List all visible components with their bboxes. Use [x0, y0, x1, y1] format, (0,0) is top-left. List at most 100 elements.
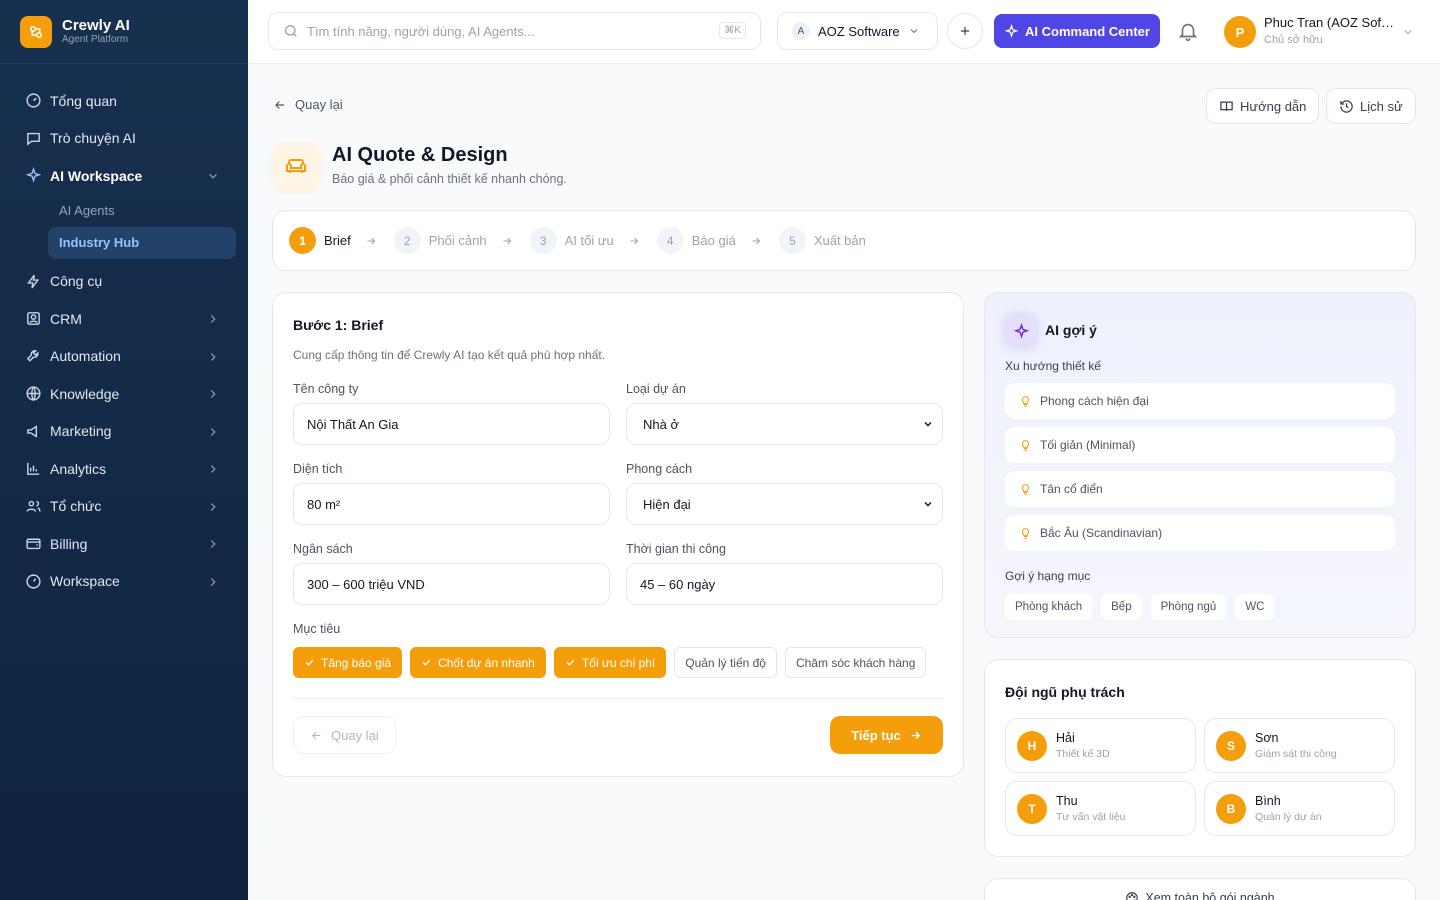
sidebar-item-automation[interactable]: Automation — [0, 338, 248, 376]
add-button[interactable] — [947, 13, 983, 49]
arrow-right-icon — [503, 237, 511, 244]
view-all-packages-button[interactable]: Xem toàn bộ gói ngành — [984, 878, 1416, 900]
step-label: Báo giá — [691, 233, 736, 248]
guide-button[interactable]: Hướng dẫn — [1206, 88, 1320, 124]
org-switcher[interactable]: A AOZ Software — [777, 12, 938, 50]
search-input[interactable] — [307, 23, 687, 39]
goal-chip[interactable]: Chốt dự án nhanh — [410, 647, 546, 678]
sidebar-nav: Tổng quan Trò chuyện AI AI Workspace AI … — [0, 64, 248, 600]
sidebar-item-cong-cu[interactable]: Công cụ — [0, 263, 248, 301]
sidebar-subitem-industry-hub[interactable]: Industry Hub — [48, 226, 236, 259]
timeline-field[interactable]: 45 – 60 ngày — [626, 563, 943, 605]
chevron-down-icon[interactable] — [1402, 26, 1414, 38]
chevron-down-icon — [924, 501, 932, 507]
goal-label: Chốt dự án nhanh — [438, 655, 535, 670]
previous-button[interactable]: Quay lại — [293, 716, 396, 754]
sidebar-item-workspace[interactable]: Workspace — [0, 563, 248, 601]
step-ai-toi-uu[interactable]: 3 AI tối ưu — [529, 227, 614, 254]
area-label: Diện tích — [293, 462, 343, 476]
sofa-icon — [272, 142, 320, 190]
step-label: Brief — [324, 233, 351, 248]
lightbulb-icon — [1021, 483, 1030, 495]
step-label: Phối cảnh — [428, 233, 487, 248]
chevron-down-icon — [910, 29, 917, 34]
history-button[interactable]: Lịch sử — [1326, 88, 1416, 124]
sidebar-item-crm[interactable]: CRM — [0, 300, 248, 338]
sidebar-item-label: Analytics — [50, 460, 107, 477]
back-link[interactable]: Quay lại — [273, 97, 343, 112]
team-member[interactable]: B Bình Quản lý dự án — [1204, 781, 1395, 836]
member-name: Hải — [1056, 731, 1075, 745]
step-xuat-ban[interactable]: 5 Xuất bản — [778, 227, 866, 254]
sidebar-item-billing[interactable]: Billing — [0, 525, 248, 563]
categories-title: Gợi ý hạng mục — [1005, 569, 1091, 583]
goal-chip[interactable]: Quản lý tiến độ — [674, 647, 777, 678]
company-field[interactable]: Nội Thất An Gia — [293, 403, 610, 445]
goal-chip[interactable]: Chăm sóc khách hàng — [784, 647, 927, 678]
category-tag[interactable]: WC — [1235, 594, 1275, 620]
avatar: H — [1017, 731, 1047, 761]
topbar: ⌘K A AOZ Software AI Command Center P Ph… — [248, 0, 1440, 64]
history-icon — [1340, 99, 1353, 113]
project-type-value: Nhà ở — [643, 416, 679, 432]
sidebar-item-knowledge[interactable]: Knowledge — [0, 375, 248, 413]
step-bao-gia[interactable]: 4 Báo giá — [656, 227, 736, 254]
goal-chip[interactable]: Tăng báo giá — [293, 647, 403, 678]
team-member[interactable]: T Thu Tư vấn vật liệu — [1005, 781, 1196, 836]
category-tag[interactable]: Bếp — [1101, 594, 1142, 620]
continue-button[interactable]: Tiếp tục — [830, 716, 943, 754]
sidebar-item-label: Tổ chức — [50, 498, 102, 515]
chat-icon — [24, 129, 42, 147]
sidebar-subitem-ai-agents[interactable]: AI Agents — [0, 195, 248, 227]
dashboard-icon — [24, 92, 42, 110]
user-avatar[interactable]: P — [1224, 16, 1256, 48]
gauge-icon — [24, 572, 42, 590]
step-number: 1 — [289, 227, 316, 254]
megaphone-icon — [24, 422, 42, 440]
ai-command-center-button[interactable]: AI Command Center — [994, 14, 1160, 48]
area-field[interactable]: 80 m² — [293, 483, 610, 525]
step-brief[interactable]: 1 Brief — [289, 227, 351, 254]
sidebar-item-tong-quan[interactable]: Tổng quan — [0, 82, 248, 120]
category-tag[interactable]: Phòng ngủ — [1150, 594, 1227, 620]
search-box[interactable]: ⌘K — [268, 12, 761, 50]
style-select[interactable]: Hiện đại — [626, 483, 943, 525]
chevron-right-icon — [210, 390, 216, 398]
sidebar-item-analytics[interactable]: Analytics — [0, 450, 248, 488]
budget-field[interactable]: 300 – 600 triệu VND — [293, 563, 610, 605]
sidebar-item-label: AI Workspace — [50, 167, 143, 184]
contact-icon — [24, 310, 42, 328]
trend-item[interactable]: Tối giản (Minimal) — [1005, 427, 1395, 463]
trend-label: Tối giản (Minimal) — [1040, 438, 1136, 452]
project-type-select[interactable]: Nhà ở — [626, 403, 943, 445]
sidebar-item-ai-workspace[interactable]: AI Workspace — [0, 157, 248, 195]
member-name: Thu — [1056, 794, 1078, 808]
brief-description: Cung cấp thông tin để Crewly AI tạo kết … — [293, 348, 606, 362]
sidebar-item-marketing[interactable]: Marketing — [0, 413, 248, 451]
sidebar-item-label: Knowledge — [50, 385, 120, 402]
trend-item[interactable]: Tân cổ điển — [1005, 471, 1395, 507]
chevron-down-icon — [209, 173, 217, 179]
bell-icon[interactable] — [1177, 20, 1199, 42]
budget-label: Ngân sách — [293, 542, 353, 556]
trend-item[interactable]: Bắc Âu (Scandinavian) — [1005, 515, 1395, 551]
avatar: B — [1216, 794, 1246, 824]
member-role: Giám sát thi công — [1255, 748, 1337, 760]
user-name[interactable]: Phuc Tran (AOZ Software) — [1264, 15, 1396, 30]
sidebar-item-to-chuc[interactable]: Tổ chức — [0, 488, 248, 526]
step-phoi-canh[interactable]: 2 Phối cảnh — [393, 227, 487, 254]
trend-item[interactable]: Phong cách hiện đại — [1005, 383, 1395, 419]
goal-chip[interactable]: Tối ưu chi phí — [553, 647, 667, 678]
stepper: 1 Brief 2 Phối cảnh 3 AI tối ưu 4 Báo gi… — [272, 210, 1416, 271]
chevron-down-icon — [924, 421, 932, 427]
category-tag[interactable]: Phòng khách — [1005, 594, 1093, 620]
sidebar-item-tro-chuyen-ai[interactable]: Trò chuyện AI — [0, 120, 248, 158]
brief-title: Bước 1: Brief — [293, 317, 384, 333]
sidebar-item-label: Automation — [50, 348, 121, 365]
search-shortcut: ⌘K — [719, 22, 746, 39]
team-member[interactable]: H Hải Thiết kế 3D — [1005, 718, 1196, 773]
arrow-right-icon — [630, 237, 638, 244]
brand[interactable]: Crewly AI Agent Platform — [0, 0, 248, 64]
search-icon — [285, 25, 297, 37]
team-member[interactable]: S Sơn Giám sát thi công — [1204, 718, 1395, 773]
